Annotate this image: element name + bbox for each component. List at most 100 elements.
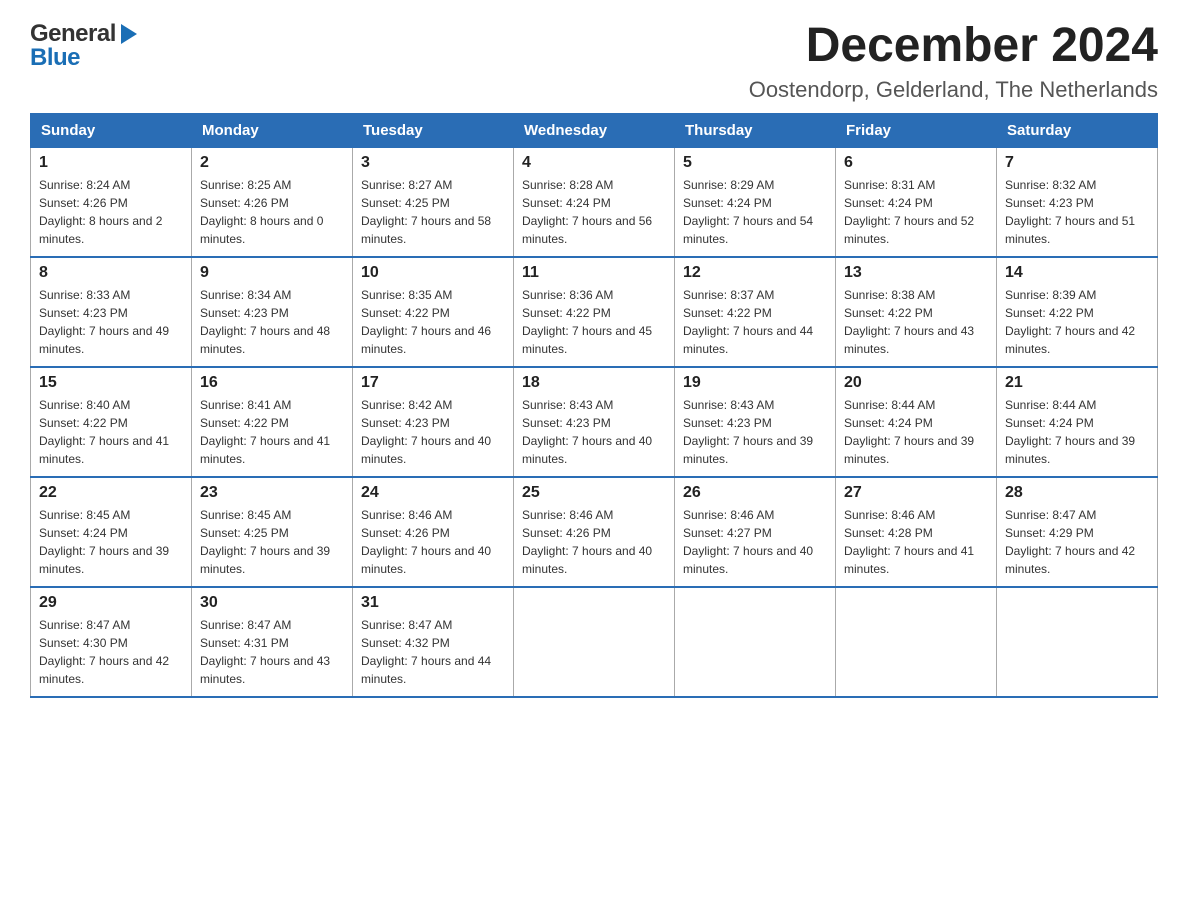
calendar-cell: 13 Sunrise: 8:38 AMSunset: 4:22 PMDaylig… [836,257,997,367]
day-number: 13 [844,264,988,282]
day-number: 16 [200,374,344,392]
calendar-cell [997,587,1158,697]
day-info: Sunrise: 8:46 AMSunset: 4:26 PMDaylight:… [361,508,491,576]
day-info: Sunrise: 8:27 AMSunset: 4:25 PMDaylight:… [361,178,491,246]
calendar-week-1: 1 Sunrise: 8:24 AMSunset: 4:26 PMDayligh… [31,147,1158,257]
day-number: 22 [39,484,183,502]
calendar-cell: 5 Sunrise: 8:29 AMSunset: 4:24 PMDayligh… [675,147,836,257]
day-info: Sunrise: 8:46 AMSunset: 4:26 PMDaylight:… [522,508,652,576]
day-number: 26 [683,484,827,502]
calendar-cell: 26 Sunrise: 8:46 AMSunset: 4:27 PMDaylig… [675,477,836,587]
day-info: Sunrise: 8:28 AMSunset: 4:24 PMDaylight:… [522,178,652,246]
day-number: 2 [200,154,344,172]
day-number: 10 [361,264,505,282]
day-number: 17 [361,374,505,392]
day-number: 8 [39,264,183,282]
day-number: 31 [361,594,505,612]
calendar-cell: 25 Sunrise: 8:46 AMSunset: 4:26 PMDaylig… [514,477,675,587]
calendar-cell: 30 Sunrise: 8:47 AMSunset: 4:31 PMDaylig… [192,587,353,697]
day-info: Sunrise: 8:25 AMSunset: 4:26 PMDaylight:… [200,178,323,246]
calendar-cell [514,587,675,697]
calendar-cell: 18 Sunrise: 8:43 AMSunset: 4:23 PMDaylig… [514,367,675,477]
day-info: Sunrise: 8:39 AMSunset: 4:22 PMDaylight:… [1005,288,1135,356]
page-subtitle: Oostendorp, Gelderland, The Netherlands [749,77,1158,103]
day-number: 6 [844,154,988,172]
calendar-cell: 6 Sunrise: 8:31 AMSunset: 4:24 PMDayligh… [836,147,997,257]
day-number: 20 [844,374,988,392]
calendar-cell: 20 Sunrise: 8:44 AMSunset: 4:24 PMDaylig… [836,367,997,477]
calendar-cell: 4 Sunrise: 8:28 AMSunset: 4:24 PMDayligh… [514,147,675,257]
day-info: Sunrise: 8:45 AMSunset: 4:24 PMDaylight:… [39,508,169,576]
calendar-week-3: 15 Sunrise: 8:40 AMSunset: 4:22 PMDaylig… [31,367,1158,477]
day-info: Sunrise: 8:29 AMSunset: 4:24 PMDaylight:… [683,178,813,246]
day-number: 30 [200,594,344,612]
day-header-friday: Friday [836,113,997,147]
calendar-cell: 10 Sunrise: 8:35 AMSunset: 4:22 PMDaylig… [353,257,514,367]
calendar-cell: 16 Sunrise: 8:41 AMSunset: 4:22 PMDaylig… [192,367,353,477]
calendar-cell [836,587,997,697]
day-info: Sunrise: 8:42 AMSunset: 4:23 PMDaylight:… [361,398,491,466]
calendar-cell: 7 Sunrise: 8:32 AMSunset: 4:23 PMDayligh… [997,147,1158,257]
day-info: Sunrise: 8:47 AMSunset: 4:31 PMDaylight:… [200,618,330,686]
day-header-wednesday: Wednesday [514,113,675,147]
day-number: 28 [1005,484,1149,502]
day-info: Sunrise: 8:44 AMSunset: 4:24 PMDaylight:… [844,398,974,466]
calendar-cell: 24 Sunrise: 8:46 AMSunset: 4:26 PMDaylig… [353,477,514,587]
day-number: 25 [522,484,666,502]
day-info: Sunrise: 8:38 AMSunset: 4:22 PMDaylight:… [844,288,974,356]
logo: General Blue [30,20,139,72]
day-info: Sunrise: 8:47 AMSunset: 4:30 PMDaylight:… [39,618,169,686]
day-header-thursday: Thursday [675,113,836,147]
day-info: Sunrise: 8:37 AMSunset: 4:22 PMDaylight:… [683,288,813,356]
calendar-body: 1 Sunrise: 8:24 AMSunset: 4:26 PMDayligh… [31,147,1158,697]
day-header-sunday: Sunday [31,113,192,147]
day-header-tuesday: Tuesday [353,113,514,147]
day-info: Sunrise: 8:36 AMSunset: 4:22 PMDaylight:… [522,288,652,356]
day-number: 5 [683,154,827,172]
day-info: Sunrise: 8:24 AMSunset: 4:26 PMDaylight:… [39,178,162,246]
title-block: December 2024 Oostendorp, Gelderland, Th… [749,20,1158,103]
calendar-cell: 21 Sunrise: 8:44 AMSunset: 4:24 PMDaylig… [997,367,1158,477]
days-of-week-row: SundayMondayTuesdayWednesdayThursdayFrid… [31,113,1158,147]
calendar-cell: 11 Sunrise: 8:36 AMSunset: 4:22 PMDaylig… [514,257,675,367]
calendar-cell: 9 Sunrise: 8:34 AMSunset: 4:23 PMDayligh… [192,257,353,367]
day-header-monday: Monday [192,113,353,147]
day-info: Sunrise: 8:45 AMSunset: 4:25 PMDaylight:… [200,508,330,576]
calendar-table: SundayMondayTuesdayWednesdayThursdayFrid… [30,113,1158,699]
day-info: Sunrise: 8:46 AMSunset: 4:28 PMDaylight:… [844,508,974,576]
day-info: Sunrise: 8:35 AMSunset: 4:22 PMDaylight:… [361,288,491,356]
day-info: Sunrise: 8:32 AMSunset: 4:23 PMDaylight:… [1005,178,1135,246]
day-header-saturday: Saturday [997,113,1158,147]
calendar-cell [675,587,836,697]
calendar-cell: 31 Sunrise: 8:47 AMSunset: 4:32 PMDaylig… [353,587,514,697]
day-number: 15 [39,374,183,392]
calendar-header: SundayMondayTuesdayWednesdayThursdayFrid… [31,113,1158,147]
calendar-cell: 3 Sunrise: 8:27 AMSunset: 4:25 PMDayligh… [353,147,514,257]
day-number: 11 [522,264,666,282]
day-number: 9 [200,264,344,282]
logo-triangle-icon [119,24,139,44]
day-number: 23 [200,484,344,502]
day-info: Sunrise: 8:46 AMSunset: 4:27 PMDaylight:… [683,508,813,576]
day-number: 27 [844,484,988,502]
day-info: Sunrise: 8:31 AMSunset: 4:24 PMDaylight:… [844,178,974,246]
calendar-cell: 1 Sunrise: 8:24 AMSunset: 4:26 PMDayligh… [31,147,192,257]
day-info: Sunrise: 8:41 AMSunset: 4:22 PMDaylight:… [200,398,330,466]
calendar-cell: 28 Sunrise: 8:47 AMSunset: 4:29 PMDaylig… [997,477,1158,587]
calendar-cell: 27 Sunrise: 8:46 AMSunset: 4:28 PMDaylig… [836,477,997,587]
day-info: Sunrise: 8:33 AMSunset: 4:23 PMDaylight:… [39,288,169,356]
day-number: 12 [683,264,827,282]
day-number: 21 [1005,374,1149,392]
logo-blue-text: Blue [30,44,80,72]
calendar-week-4: 22 Sunrise: 8:45 AMSunset: 4:24 PMDaylig… [31,477,1158,587]
day-info: Sunrise: 8:43 AMSunset: 4:23 PMDaylight:… [522,398,652,466]
calendar-week-2: 8 Sunrise: 8:33 AMSunset: 4:23 PMDayligh… [31,257,1158,367]
calendar-week-5: 29 Sunrise: 8:47 AMSunset: 4:30 PMDaylig… [31,587,1158,697]
calendar-cell: 14 Sunrise: 8:39 AMSunset: 4:22 PMDaylig… [997,257,1158,367]
calendar-cell: 22 Sunrise: 8:45 AMSunset: 4:24 PMDaylig… [31,477,192,587]
calendar-cell: 8 Sunrise: 8:33 AMSunset: 4:23 PMDayligh… [31,257,192,367]
page-title: December 2024 [749,20,1158,73]
day-info: Sunrise: 8:44 AMSunset: 4:24 PMDaylight:… [1005,398,1135,466]
day-info: Sunrise: 8:47 AMSunset: 4:29 PMDaylight:… [1005,508,1135,576]
calendar-cell: 2 Sunrise: 8:25 AMSunset: 4:26 PMDayligh… [192,147,353,257]
